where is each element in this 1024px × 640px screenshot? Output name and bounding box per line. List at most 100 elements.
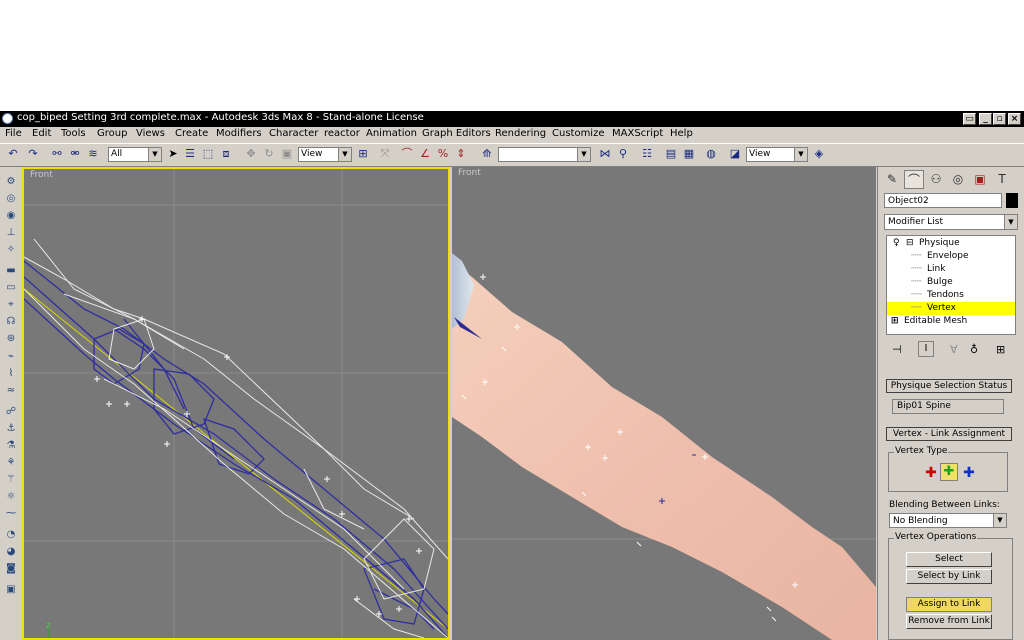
- display-tab-icon[interactable]: ▣: [970, 170, 990, 189]
- tool-icon-21[interactable]: ◔: [4, 528, 18, 541]
- tool-icon-15[interactable]: ⚓: [4, 422, 18, 435]
- menu-file[interactable]: File: [5, 128, 22, 139]
- tool-icon-16[interactable]: ⚗: [4, 439, 18, 452]
- tool-icon-13[interactable]: ≈: [4, 384, 18, 397]
- tool-icon-4[interactable]: ⊥: [4, 226, 18, 239]
- rotate-icon[interactable]: ↻: [262, 147, 276, 161]
- blending-dropdown[interactable]: No Blending ▼: [889, 513, 1007, 528]
- tool-icon-22[interactable]: ◕: [4, 545, 18, 558]
- redo-icon[interactable]: ↷: [26, 147, 40, 161]
- render-scene-icon[interactable]: ◪: [728, 147, 742, 161]
- stack-item-bulge[interactable]: ┄┄ Bulge: [887, 276, 1015, 289]
- snap-toggle-icon[interactable]: ⌒: [400, 147, 414, 161]
- tool-icon-18[interactable]: ⚚: [4, 473, 18, 486]
- quick-render-icon[interactable]: ◈: [812, 147, 826, 161]
- hierarchy-tab-icon[interactable]: ⚇: [926, 170, 946, 189]
- lightbulb-icon[interactable]: ♀: [893, 237, 900, 250]
- tool-icon-7[interactable]: ▭: [4, 281, 18, 294]
- remove-modifier-icon[interactable]: ♁: [970, 343, 978, 356]
- tool-icon-9[interactable]: ☊: [4, 315, 18, 328]
- mirror-icon[interactable]: ⋈: [598, 147, 612, 161]
- configure-sets-icon[interactable]: ⊞: [996, 343, 1005, 356]
- tool-icon-11[interactable]: ⌁: [4, 350, 18, 363]
- tool-icon-20[interactable]: ⁓: [4, 507, 18, 520]
- menu-group[interactable]: Group: [97, 128, 127, 139]
- select-manipulate-icon[interactable]: ⤧: [378, 147, 392, 161]
- tool-icon-6[interactable]: ▬: [4, 264, 18, 277]
- edit-named-selection-icon[interactable]: ⟰: [480, 147, 494, 161]
- menu-help[interactable]: Help: [670, 128, 693, 139]
- bind-space-warp-icon[interactable]: ≋: [86, 147, 100, 161]
- schematic-view-icon[interactable]: ▦: [682, 147, 696, 161]
- render-type-dropdown[interactable]: View ▼: [746, 147, 808, 162]
- deformable-vertex-icon[interactable]: ✚: [940, 463, 958, 481]
- tool-icon-3[interactable]: ◉: [4, 209, 18, 222]
- stack-item-envelope[interactable]: ┄┄ Envelope: [887, 250, 1015, 263]
- material-editor-icon[interactable]: ◍: [704, 147, 718, 161]
- assign-to-link-button[interactable]: Assign to Link: [906, 597, 992, 612]
- align-icon[interactable]: ⚲: [616, 147, 630, 161]
- tool-icon-12[interactable]: ⌇: [4, 367, 18, 380]
- select-object-icon[interactable]: ➤: [166, 147, 180, 161]
- remove-from-link-button[interactable]: Remove from Link: [906, 614, 992, 629]
- object-color-swatch[interactable]: [1006, 193, 1018, 208]
- menu-rendering[interactable]: Rendering: [495, 128, 546, 139]
- menu-animation[interactable]: Animation: [366, 128, 417, 139]
- stack-item-editable-mesh[interactable]: ⊞ Editable Mesh: [887, 315, 1015, 328]
- menu-maxscript[interactable]: MAXScript: [612, 128, 663, 139]
- expand-icon[interactable]: ⊞: [891, 315, 899, 328]
- stack-item-vertex[interactable]: ┄┄ Vertex: [887, 302, 1015, 315]
- collapse-icon[interactable]: ⊟: [906, 237, 914, 250]
- tool-icon-2[interactable]: ◎: [4, 192, 18, 205]
- menu-character[interactable]: Character: [269, 128, 318, 139]
- stack-item-physique[interactable]: ♀ ⊟ Physique: [887, 237, 1015, 250]
- selection-filter-dropdown[interactable]: All ▼: [108, 147, 162, 162]
- percent-snap-icon[interactable]: %: [436, 147, 450, 161]
- select-by-link-button[interactable]: Select by Link: [906, 569, 992, 584]
- tool-icon-10[interactable]: ⊛: [4, 332, 18, 345]
- unlink-icon[interactable]: ⚮: [68, 147, 82, 161]
- object-name-field[interactable]: Object02: [884, 193, 1002, 208]
- pin-stack-icon[interactable]: ⊣: [892, 343, 902, 356]
- viewport-front-wireframe[interactable]: Front z: [22, 167, 450, 640]
- physique-selection-status-rollout[interactable]: Physique Selection Status: [886, 379, 1012, 393]
- menu-graph-editors[interactable]: Graph Editors: [422, 128, 491, 139]
- maximize-button[interactable]: ▫: [993, 113, 1006, 125]
- menu-customize[interactable]: Customize: [552, 128, 605, 139]
- modify-tab-icon[interactable]: ⌒: [904, 170, 924, 189]
- restore-panels-button[interactable]: ▭: [963, 113, 976, 125]
- tool-icon-8[interactable]: ⌖: [4, 298, 18, 311]
- modifier-list-dropdown[interactable]: Modifier List ▼: [884, 214, 1018, 230]
- stack-item-link[interactable]: ┄┄ Link: [887, 263, 1015, 276]
- minimize-button[interactable]: _: [979, 113, 992, 125]
- rigid-vertex-icon[interactable]: ✚: [924, 466, 938, 480]
- tool-icon-5[interactable]: ✧: [4, 243, 18, 256]
- layer-manager-icon[interactable]: ☷: [640, 147, 654, 161]
- create-tab-icon[interactable]: ✎: [882, 170, 902, 189]
- menu-tools[interactable]: Tools: [61, 128, 86, 139]
- select-and-link-icon[interactable]: ⚯: [50, 147, 64, 161]
- tool-icon-19[interactable]: ⚛: [4, 490, 18, 503]
- vertex-link-assignment-rollout[interactable]: Vertex - Link Assignment: [886, 427, 1012, 441]
- reference-coordinate-dropdown[interactable]: View ▼: [298, 147, 352, 162]
- close-button[interactable]: ×: [1008, 113, 1021, 125]
- tool-icon-17[interactable]: ⚘: [4, 456, 18, 469]
- tool-icon-23[interactable]: ◙: [4, 562, 18, 575]
- window-crossing-icon[interactable]: ⧈: [219, 147, 233, 161]
- viewport-front-shaded[interactable]: Front: [452, 167, 876, 640]
- app-logo-icon[interactable]: [2, 113, 13, 124]
- select-by-name-icon[interactable]: ☰: [183, 147, 197, 161]
- tool-icon-14[interactable]: ☍: [4, 405, 18, 418]
- menu-edit[interactable]: Edit: [32, 128, 51, 139]
- menu-create[interactable]: Create: [175, 128, 208, 139]
- menu-reactor[interactable]: reactor: [324, 128, 360, 139]
- menu-modifiers[interactable]: Modifiers: [216, 128, 262, 139]
- tool-icon-24[interactable]: ▣: [4, 583, 18, 596]
- make-unique-icon[interactable]: ∀: [950, 343, 958, 356]
- menu-views[interactable]: Views: [136, 128, 165, 139]
- move-icon[interactable]: ✥: [244, 147, 258, 161]
- tool-icon-1[interactable]: ⚙: [4, 175, 18, 188]
- rectangular-selection-icon[interactable]: ⬚: [201, 147, 215, 161]
- scale-icon[interactable]: ▣: [280, 147, 294, 161]
- angle-snap-icon[interactable]: ∠: [418, 147, 432, 161]
